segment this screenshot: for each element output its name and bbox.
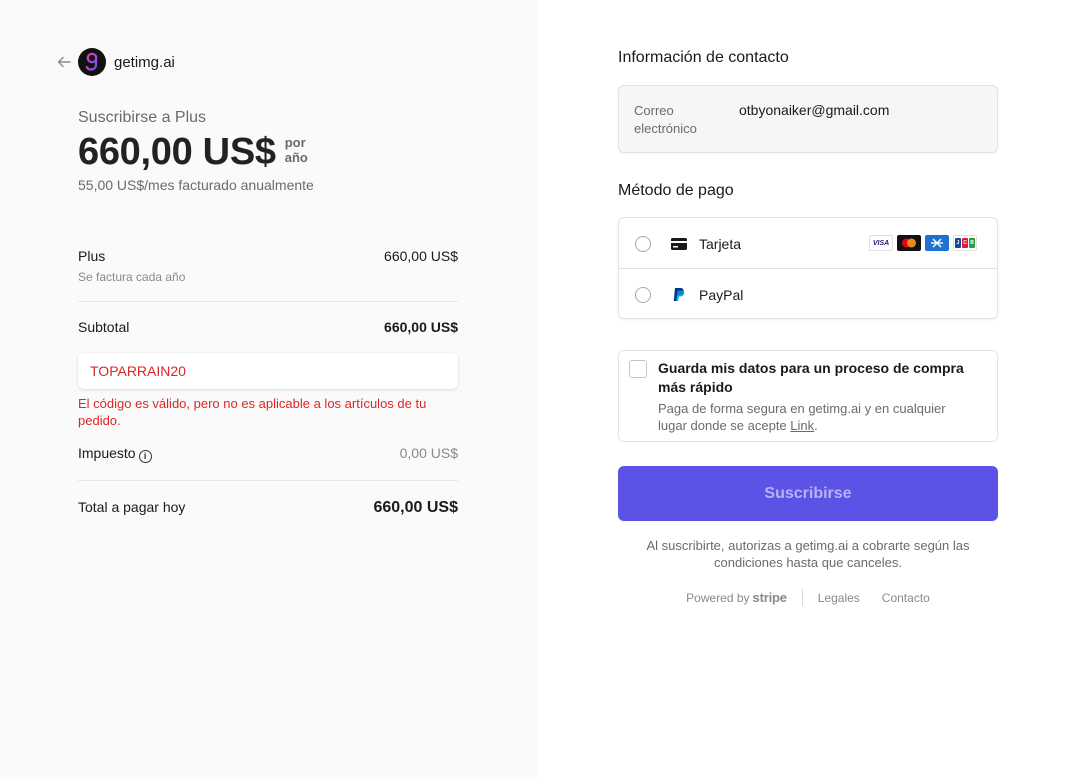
promo-code-input[interactable]: TOPARRAIN20 <box>78 353 458 389</box>
contact-section-title: Información de contacto <box>618 49 789 66</box>
legal-link[interactable]: Legales <box>818 591 860 605</box>
payment-section-title: Método de pago <box>618 182 734 199</box>
billing-period: por año <box>285 135 308 165</box>
promo-error-message: El código es válido, pero no es aplicabl… <box>78 396 427 428</box>
email-label: Correo electrónico <box>634 103 697 136</box>
credit-card-icon <box>670 237 688 250</box>
subtotal-label: Subtotal <box>78 319 130 335</box>
getimg-logo-icon <box>78 48 106 76</box>
save-info-description: Paga de forma segura en getimg.ai y en c… <box>658 400 978 434</box>
contact-email-field[interactable]: Correo electrónico otbyonaiker@gmail.com <box>618 85 998 153</box>
back-arrow-icon[interactable] <box>56 54 72 70</box>
monthly-price: 55,00 US$/mes facturado anualmente <box>78 177 314 193</box>
subscribe-button[interactable]: Suscribirse <box>618 466 998 521</box>
plan-row: Plus 660,00 US$ <box>78 248 458 264</box>
divider <box>78 480 458 481</box>
period-per: por <box>284 135 306 150</box>
tax-row: Impuesto i 0,00 US$ <box>78 445 458 463</box>
brand-header: getimg.ai <box>56 48 175 76</box>
total-value: 660,00 US$ <box>373 499 458 516</box>
card-radio[interactable] <box>635 235 651 252</box>
divider <box>78 301 458 302</box>
save-info-title: Guarda mis datos para un proceso de comp… <box>658 360 964 395</box>
footer-separator <box>801 589 803 606</box>
line-items: Plus 660,00 US$ Se factura cada año Subt… <box>78 248 458 517</box>
total-price: 660,00 US$ <box>78 131 276 173</box>
tax-value: 0,00 US$ <box>399 445 458 461</box>
payment-panel: Información de contacto Correo electróni… <box>538 0 1075 779</box>
payment-option-paypal[interactable]: PayPal <box>619 269 997 320</box>
total-row: Total a pagar hoy 660,00 US$ <box>78 499 458 517</box>
subtotal-value: 660,00 US$ <box>384 319 458 335</box>
amex-icon <box>925 235 949 251</box>
plan-billing-note: Se factura cada año <box>78 270 186 284</box>
paypal-label: PayPal <box>699 286 744 303</box>
payment-option-card[interactable]: Tarjeta VISA J C B <box>619 218 997 269</box>
stripe-logo[interactable]: stripe <box>753 590 787 605</box>
terms-text: Al suscribirte, autorizas a getimg.ai a … <box>646 538 970 570</box>
brand-name: getimg.ai <box>114 53 175 71</box>
visa-icon: VISA <box>869 235 893 251</box>
plan-name: Plus <box>78 248 106 264</box>
period-unit: año <box>284 150 308 165</box>
jcb-icon: J C B <box>953 235 977 251</box>
footer: Powered by stripe Legales Contacto <box>618 589 998 606</box>
info-icon[interactable]: i <box>138 450 152 463</box>
order-summary-panel: getimg.ai Suscribirse a Plus 660,00 US$ … <box>0 0 538 779</box>
subtotal-row: Subtotal 660,00 US$ <box>78 319 458 335</box>
email-value: otbyonaiker@gmail.com <box>739 102 890 118</box>
save-info-checkbox[interactable] <box>629 360 647 378</box>
tax-label-wrap: Impuesto i <box>78 445 152 463</box>
total-label: Total a pagar hoy <box>78 499 186 515</box>
save-desc-end: . <box>814 418 818 433</box>
mastercard-icon <box>897 235 921 251</box>
link-info-link[interactable]: Link <box>790 418 814 433</box>
plan-price: 660,00 US$ <box>384 248 458 264</box>
contact-link[interactable]: Contacto <box>882 591 930 605</box>
paypal-icon <box>670 287 688 303</box>
subscribe-plan-label: Suscribirse a Plus <box>78 109 207 126</box>
save-info-option[interactable]: Guarda mis datos para un proceso de comp… <box>618 350 998 442</box>
paypal-radio[interactable] <box>635 286 651 303</box>
powered-by-label: Powered by <box>686 590 750 605</box>
price-row: 660,00 US$ por año <box>78 130 308 174</box>
tax-label: Impuesto <box>78 445 136 461</box>
payment-methods: Tarjeta VISA J C B PayPal <box>618 217 998 319</box>
card-label: Tarjeta <box>699 235 742 252</box>
card-brand-logos: VISA J C B <box>869 235 977 251</box>
